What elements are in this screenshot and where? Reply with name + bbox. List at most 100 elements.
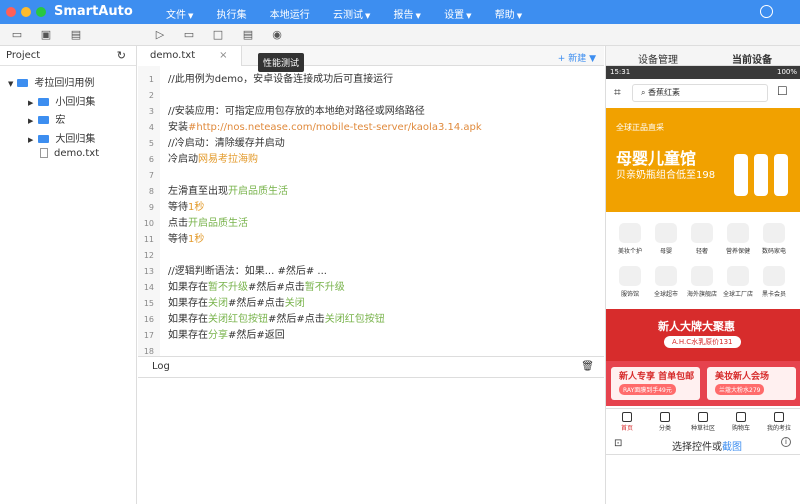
tree-file[interactable]: demo.txt <box>40 148 99 159</box>
nav-item[interactable]: 我的考拉 <box>762 412 796 432</box>
phone-screen[interactable]: 15:31 100% ⌗ ⌕ 香蕉红素 ☐ 全球正品直采 母婴儿童馆 贝亲奶瓶组合… <box>606 66 800 433</box>
code-line[interactable]: 16 如果存在关闭红包按钮#然后#点击关闭红包按钮 <box>138 312 604 328</box>
run-icon[interactable]: ▷ <box>153 28 167 41</box>
code-line[interactable]: 11 等待1秒 <box>138 232 604 248</box>
user-icon[interactable] <box>760 5 773 18</box>
performance-test-icon[interactable]: ◉ <box>270 28 284 41</box>
code-token: 如果存在 <box>168 298 208 309</box>
code-line[interactable]: 15 如果存在关闭#然后#点击关闭 <box>138 296 604 312</box>
nav-item[interactable]: 分类 <box>648 412 682 432</box>
refresh-icon[interactable]: ↻ <box>117 49 126 62</box>
nav-item[interactable]: 首页 <box>610 412 644 432</box>
log-icon[interactable]: ▤ <box>241 28 255 41</box>
run-set-icon[interactable]: ▭ <box>182 28 196 41</box>
code-line[interactable]: 17 如果存在分享#然后#返回 <box>138 328 604 344</box>
project-title: Project <box>6 50 41 61</box>
code-line[interactable]: 3 //安装应用：可指定应用包存放的本地绝对路径或网络路径 <box>138 104 604 120</box>
category-item[interactable]: 全球超市 <box>648 266 684 298</box>
category-item[interactable]: 黑卡会员 <box>756 266 792 298</box>
category-label: 美妆个护 <box>617 248 642 255</box>
minimize-window-button[interactable] <box>21 7 31 17</box>
code-line[interactable]: 10 点击开启品质生活 <box>138 216 604 232</box>
code-line[interactable]: 5 //冷启动：清除缓存并启动 <box>138 136 604 152</box>
category-item[interactable]: 全球工厂店 <box>720 266 756 298</box>
code-line[interactable]: 14 如果存在暂不升级#然后#点击暂不升级 <box>138 280 604 296</box>
menu-bar: 文件 ▼ 执行集 本地运行 云测试 ▼ 报告 ▼ 设置 ▼ 帮助 ▼ <box>166 6 522 21</box>
close-tab-icon[interactable]: × <box>219 50 227 61</box>
tree-folder[interactable]: ▶ 宏 <box>28 111 65 126</box>
category-icon <box>691 223 713 243</box>
category-item[interactable]: 母婴 <box>648 223 684 255</box>
tree-root[interactable]: ▼ 考拉回归用例 <box>8 74 94 89</box>
code-line[interactable]: 6 冷启动网易考拉海购 <box>138 152 604 168</box>
code-token: 1秒 <box>188 202 205 213</box>
deal-card[interactable]: 新人专享 首单包邮 RAY面膜到手49元 <box>611 367 700 400</box>
tree-folder[interactable]: ▶ 小回归集 <box>28 93 95 108</box>
code-token: 关闭红包按钮 <box>208 314 268 325</box>
code-line[interactable]: 13 //逻辑判断语法：如果... #然后# ... <box>138 264 604 280</box>
menu-report[interactable]: 报告 ▼ <box>394 6 421 21</box>
menu-settings[interactable]: 设置 ▼ <box>444 6 471 21</box>
log-title: Log <box>152 361 170 372</box>
stop-icon[interactable]: □ <box>211 28 225 41</box>
banner[interactable]: 全球正品直采 母婴儿童馆 贝亲奶瓶组合低至198 <box>606 108 800 212</box>
code-token: 等待 <box>168 202 188 213</box>
message-icon[interactable]: ☐ <box>777 84 788 98</box>
screenshot-link[interactable]: 截图 <box>722 442 742 453</box>
code-token: 暂不升级 <box>208 282 248 293</box>
menu-execution-set[interactable]: 执行集 <box>217 6 247 21</box>
close-window-button[interactable] <box>6 7 16 17</box>
line-number: 12 <box>143 251 154 260</box>
select-target-icon[interactable]: ⊡ <box>614 438 622 449</box>
new-button[interactable]: + 新建 ▼ <box>558 51 596 64</box>
code-line[interactable]: 7 <box>138 168 604 184</box>
category-item[interactable]: 服饰馆 <box>612 266 648 298</box>
category-item[interactable]: 数码家电 <box>756 223 792 255</box>
maximize-window-button[interactable] <box>36 7 46 17</box>
menu-cloud-test[interactable]: 云测试 ▼ <box>333 6 370 21</box>
trash-icon[interactable]: 🗑 <box>581 361 594 372</box>
category-icon <box>691 266 713 286</box>
menu-help[interactable]: 帮助 ▼ <box>495 6 522 21</box>
category-item[interactable]: 营养保健 <box>720 223 756 255</box>
line-number: 3 <box>148 107 154 116</box>
code-line[interactable]: 2 <box>138 88 604 104</box>
menu-file[interactable]: 文件 ▼ <box>166 6 193 21</box>
nav-item[interactable]: 种草社区 <box>686 412 720 432</box>
menu-local-run[interactable]: 本地运行 <box>270 6 310 21</box>
line-number: 9 <box>148 203 154 212</box>
code-line[interactable]: 9 等待1秒 <box>138 200 604 216</box>
code-token: #然后#点击 <box>268 314 325 325</box>
deal-card[interactable]: 美妆新人会场 兰蔻大粉水279 <box>707 367 796 400</box>
code-token: #http://nos.netease.com/mobile-test-serv… <box>188 122 482 133</box>
line-number: 7 <box>148 171 154 180</box>
code-token: 开启品质生活 <box>228 186 288 197</box>
tree-folder[interactable]: ▶ 大回归集 <box>28 130 95 145</box>
open-folder-icon[interactable]: ▭ <box>10 28 24 41</box>
line-number: 16 <box>143 315 154 324</box>
code-line[interactable]: 1 //此用例为demo，安卓设备连接成功后可直接运行 <box>138 72 604 88</box>
category-item[interactable]: 轻奢 <box>684 223 720 255</box>
info-icon[interactable]: i <box>781 437 791 447</box>
save-as-icon[interactable]: ▤ <box>69 28 83 41</box>
code-line[interactable]: 8 左滑直至出现开启品质生活 <box>138 184 604 200</box>
nav-item[interactable]: 购物车 <box>724 412 758 432</box>
banner-subtitle: 贝亲奶瓶组合低至198 <box>616 170 716 181</box>
category-icon <box>763 223 785 243</box>
code-token: 点击 <box>168 218 188 229</box>
promo-banner[interactable]: 新人大牌大聚惠 A.H.C水乳原价131 <box>606 309 800 361</box>
category-item[interactable]: 海外旗舰店 <box>684 266 720 298</box>
tab-device-management[interactable]: 设备管理 <box>638 51 678 66</box>
phone-search-bar[interactable]: ⌕ 香蕉红素 <box>632 84 768 102</box>
nav-icon <box>698 412 708 422</box>
code-token: 如果存在 <box>168 282 208 293</box>
code-token: 冷启动 <box>168 154 198 165</box>
category-item[interactable]: 美妆个护 <box>612 223 648 255</box>
code-line[interactable]: 12 <box>138 248 604 264</box>
tab-current-device[interactable]: 当前设备 <box>732 51 772 66</box>
tab-demo[interactable]: demo.txt × <box>138 46 242 66</box>
code-line[interactable]: 4 安装#http://nos.netease.com/mobile-test-s… <box>138 120 604 136</box>
category-icon <box>727 266 749 286</box>
scan-icon[interactable]: ⌗ <box>614 85 621 100</box>
save-icon[interactable]: ▣ <box>39 28 53 41</box>
